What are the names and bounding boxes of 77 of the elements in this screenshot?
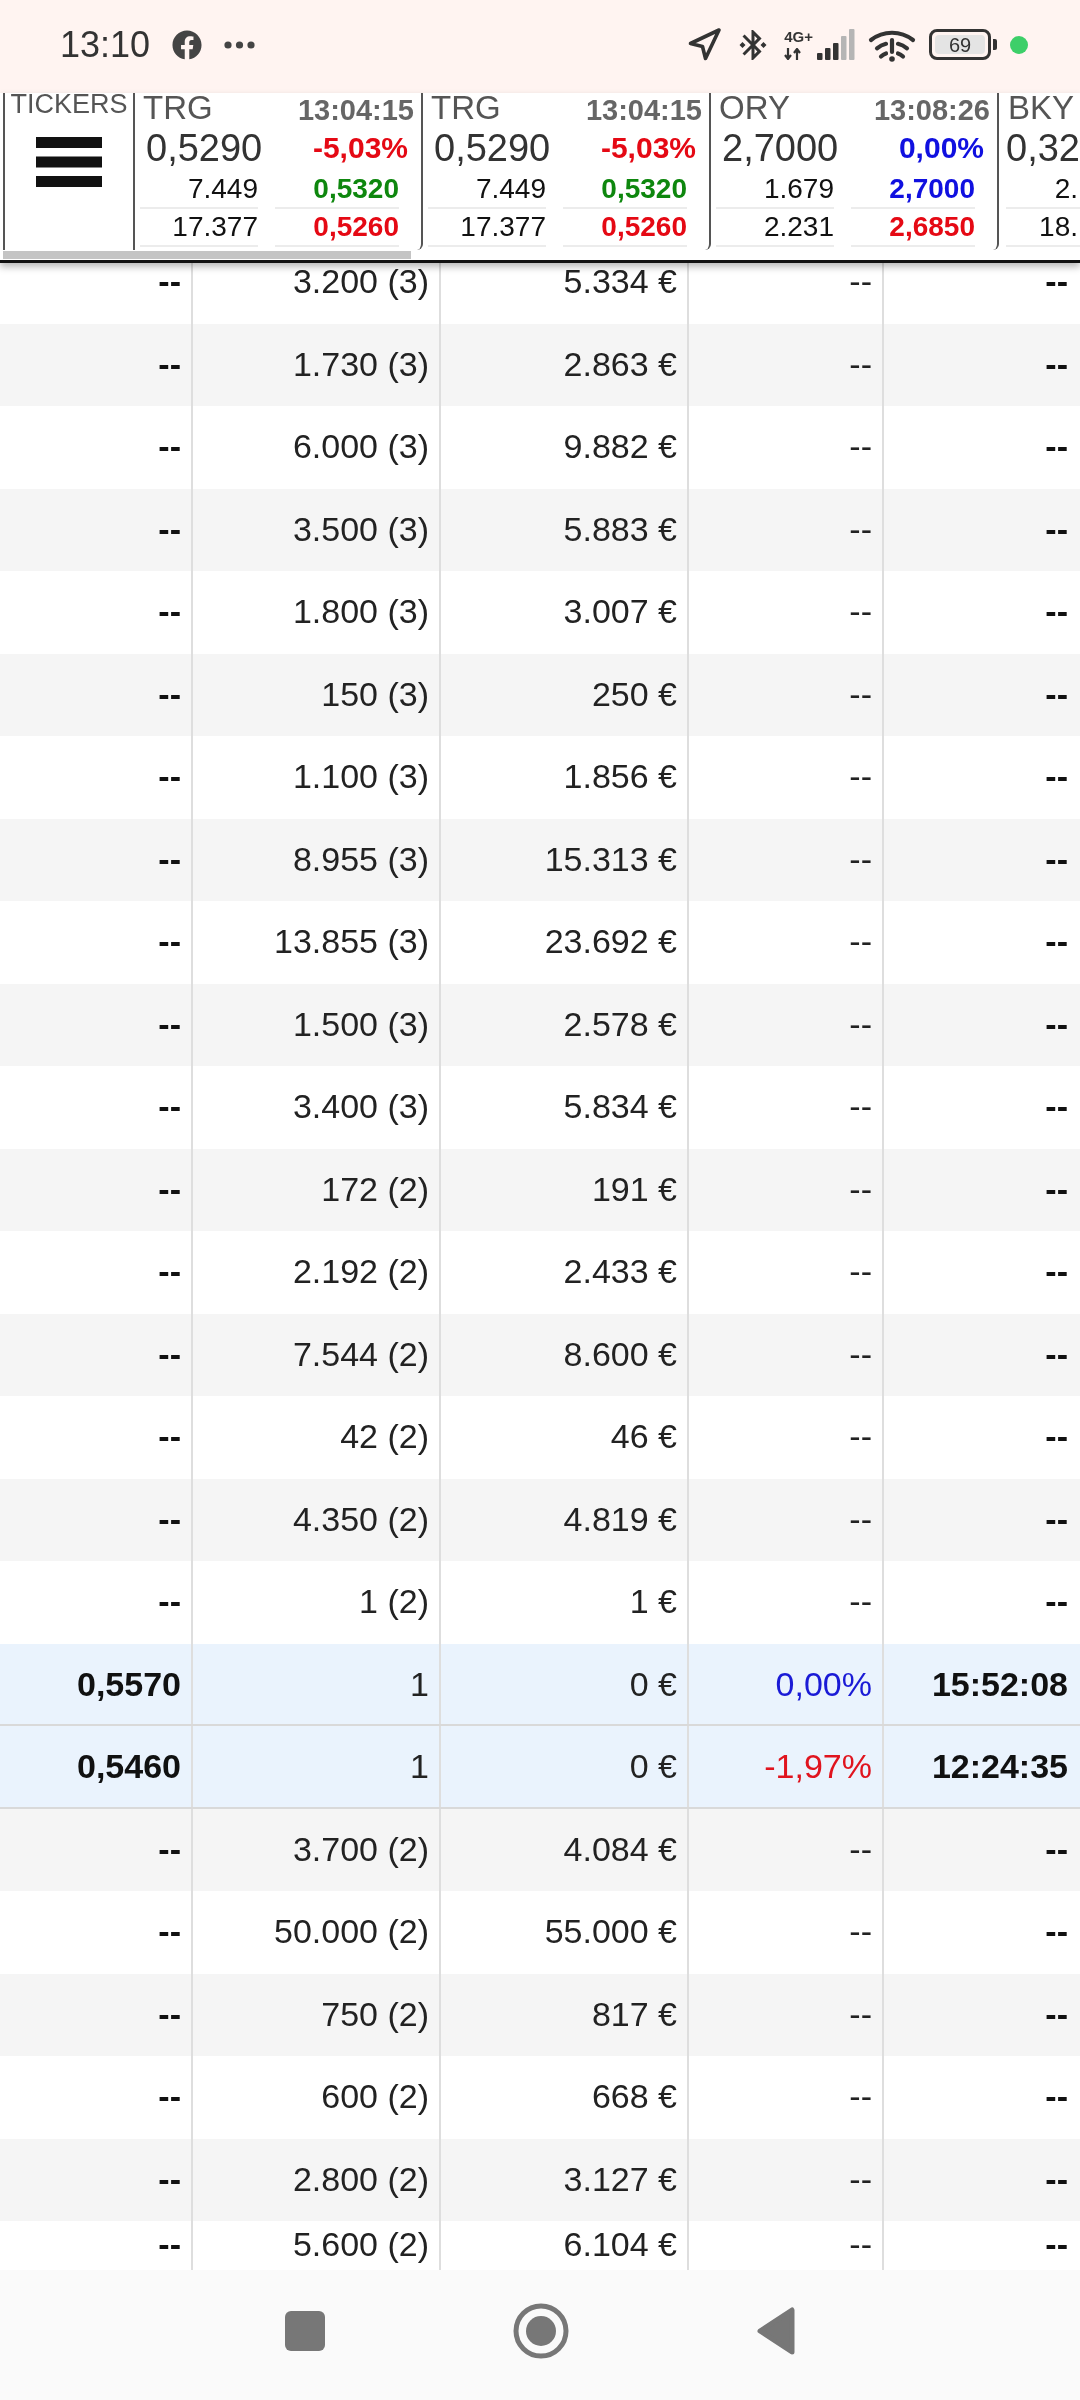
ticker-time: 13:08:26 xyxy=(873,93,990,127)
location-arrow-icon xyxy=(686,26,723,63)
table-cell-text: 12:24:35 xyxy=(930,1746,1069,1787)
ticker-symbol: TRG xyxy=(143,93,213,123)
table-cell-text: -- xyxy=(1044,1993,1069,2035)
table-cell-text: -- xyxy=(1044,508,1069,550)
table-cell-text: -- xyxy=(1044,756,1069,797)
table-cell-text: -- xyxy=(1044,1498,1069,1540)
ticker-stat: 0,5320 xyxy=(275,174,399,209)
table-cell-text: -- xyxy=(1044,1416,1069,1457)
table-cell-text: -- xyxy=(1044,2224,1069,2265)
price-change: -5,03% xyxy=(600,131,696,165)
price-change: 0,00% xyxy=(898,131,984,165)
table-cell-text: -- xyxy=(1044,921,1069,962)
ticker-stat: 2,6850 xyxy=(851,212,975,247)
ticker-stat: 1.679 xyxy=(716,174,834,209)
back-icon[interactable] xyxy=(757,2307,795,2355)
table-cell: 0,00% xyxy=(689,1643,884,1724)
table-cell: 0 € xyxy=(441,1643,689,1724)
ticker-stat: 2.231 xyxy=(716,212,834,247)
network-type-label: 4G+ xyxy=(784,29,813,44)
table-cell-text: -- xyxy=(1044,673,1069,715)
table-cell-text: -- xyxy=(1044,1251,1069,1292)
table-cell-text: -- xyxy=(1044,2158,1069,2200)
table-cell-text: 15:52:08 xyxy=(930,1663,1069,1705)
table-cell-text: -- xyxy=(1044,343,1069,385)
table-cell: -1,97% xyxy=(689,1726,884,1807)
ticker-time: 13:04:15 xyxy=(297,93,414,127)
table-cell-text: -- xyxy=(1044,1003,1069,1045)
table-cell: 0,5460 xyxy=(0,1726,193,1807)
tickers-label: TICKERS xyxy=(10,93,128,115)
table-cell-text: -- xyxy=(1044,1333,1069,1375)
ticker-stat: 17.377 xyxy=(140,212,258,247)
table-cell-text: -- xyxy=(1044,1911,1069,1952)
ticker-price: 0,32 xyxy=(1006,127,1080,169)
indicator-dot-icon xyxy=(1010,35,1028,54)
signal-icon xyxy=(817,29,855,60)
ticker-price: 0,5290 xyxy=(146,127,263,169)
table-cell-text: -- xyxy=(1044,1581,1069,1622)
table-cell: 0,5570 xyxy=(0,1643,193,1724)
table-cell-text: -- xyxy=(1044,426,1069,467)
ticker-time: 13:04:15 xyxy=(585,93,702,127)
table-cell: 1 xyxy=(193,1643,441,1724)
ticker-card[interactable]: ORY 13:08:26 2,7000 0,00% 1.679 2,7000 2.231 2,6850 xyxy=(711,93,999,250)
dots-icon xyxy=(224,40,256,49)
ticker-symbol: BKY xyxy=(1008,93,1075,123)
ticker-stat: 0,5260 xyxy=(275,212,399,247)
table-cell-text: -- xyxy=(1044,2076,1069,2117)
price-change: -5,03% xyxy=(312,131,408,165)
ticker-price: 2,7000 xyxy=(722,127,839,169)
ticker-stat: 2,7000 xyxy=(851,174,975,209)
ticker-price: 0,5290 xyxy=(434,127,551,169)
ticker-stat: 7.449 xyxy=(428,174,546,209)
ticker-stat: 0,5260 xyxy=(563,212,687,247)
table-cell-text: -- xyxy=(1044,1086,1069,1127)
facebook-icon xyxy=(172,29,203,60)
home-icon[interactable] xyxy=(513,2303,569,2359)
battery-indicator: 69 xyxy=(929,29,997,60)
ticker-stat: 2. xyxy=(1006,174,1080,209)
menu-icon[interactable] xyxy=(36,137,102,187)
ticker-stat: 7.449 xyxy=(140,174,258,209)
ticker-stat: 18. xyxy=(1006,212,1080,247)
table-cell: 1 xyxy=(193,1726,441,1807)
table-cell-text: -- xyxy=(1044,1828,1069,1870)
clock: 13:10 xyxy=(60,26,151,63)
table-cell-text: -- xyxy=(1044,263,1069,302)
table-cell-text: -- xyxy=(1044,1168,1069,1210)
table-cell: 0 € xyxy=(441,1726,689,1807)
table-cell-text: -- xyxy=(1044,591,1069,632)
data-arrows-icon xyxy=(784,48,803,60)
ticker-stat: 0,5320 xyxy=(563,174,687,209)
ticker-card[interactable]: BKY 0,32 2. 18. xyxy=(999,93,1080,250)
table-cell-text: -- xyxy=(1044,838,1069,880)
ticker-symbol: TRG xyxy=(431,93,501,123)
ticker-card[interactable]: TRG 13:04:15 0,5290 -5,03% 7.449 0,5320 17.377 0,5260 xyxy=(423,93,711,250)
ticker-symbol: ORY xyxy=(719,93,790,123)
ticker-stat: 17.377 xyxy=(428,212,546,247)
